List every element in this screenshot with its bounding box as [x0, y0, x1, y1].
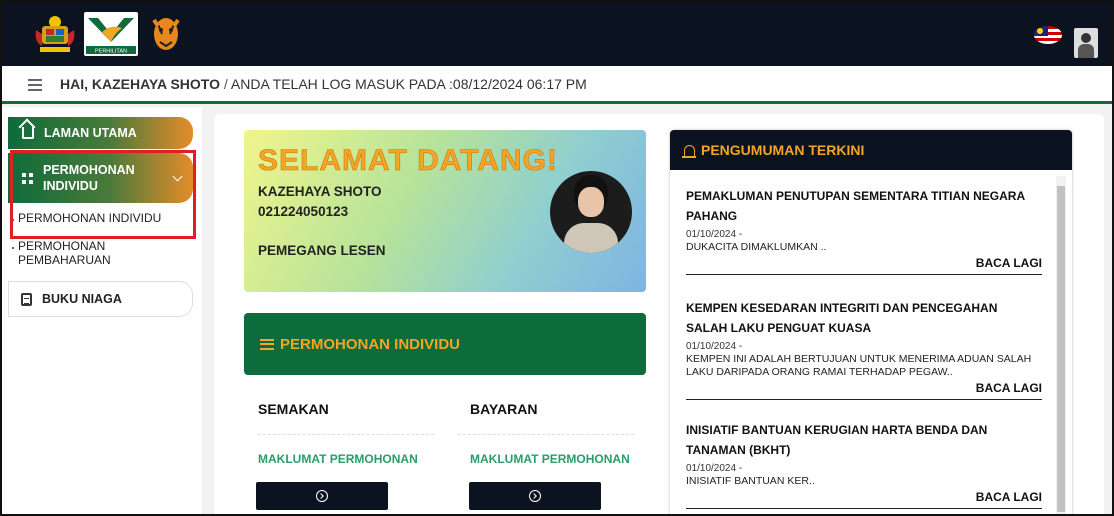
top-header: PERHILITAN	[2, 2, 1112, 66]
bayaran-maklumat-link[interactable]: MAKLUMAT PERMOHONAN	[470, 452, 630, 466]
arrow-right-circle-icon	[529, 490, 541, 502]
announcement-item: INISIATIF BANTUAN KERUGIAN HARTA BENDA D…	[686, 420, 1042, 509]
perhilitan-logo-text: PERHILITAN	[95, 49, 127, 55]
login-info: HAI, KAZEHAYA SHOTO / ANDA TELAH LOG MAS…	[60, 76, 587, 92]
divider	[258, 434, 434, 435]
login-time-text: ANDA TELAH LOG MASUK PADA :08/12/2024 06…	[230, 76, 587, 92]
bayaran-heading: BAYARAN	[470, 401, 538, 417]
announcement-item: PEMAKLUMAN PENUTUPAN SEMENTARA TITIAN NE…	[686, 186, 1042, 275]
user-avatar[interactable]	[1074, 28, 1098, 58]
welcome-title: SELAMAT DATANG!	[258, 144, 558, 178]
arrow-right-circle-icon	[316, 490, 328, 502]
sidebar-item-laman-utama[interactable]: LAMAN UTAMA	[8, 117, 193, 149]
bayaran-go-button[interactable]	[469, 482, 601, 510]
home-icon	[22, 127, 34, 139]
sidebar-item-buku-niaga[interactable]: BUKU NIAGA	[8, 281, 193, 317]
announcement-date: 01/10/2024 -	[686, 463, 743, 474]
document-icon	[21, 292, 32, 306]
malaysia-flag-icon[interactable]	[1034, 26, 1062, 44]
submenu-permohonan-individu[interactable]: PERMOHONAN INDIVIDU	[12, 211, 162, 225]
sidebar-item-label-line2: INDIVIDU	[43, 179, 98, 193]
announcement-date: 01/10/2024 -	[686, 229, 743, 240]
sidebar-item-label: LAMAN UTAMA	[44, 126, 137, 140]
greeting-text: HAI, KAZEHAYA SHOTO	[60, 76, 220, 92]
user-role: PEMEGANG LESEN	[258, 243, 386, 258]
chevron-down-icon	[172, 171, 183, 182]
semakan-heading: SEMAKAN	[258, 401, 329, 417]
submenu-label-line2: PEMBAHARUAN	[18, 253, 111, 267]
baca-lagi-link[interactable]: BACA LAGI	[686, 490, 1042, 509]
divider	[458, 434, 634, 435]
announcement-title: PEMAKLUMAN PENUTUPAN SEMENTARA TITIAN NE…	[686, 189, 1025, 223]
grid-icon	[22, 172, 33, 184]
announcement-title: KEMPEN KESEDARAN INTEGRITI DAN PENCEGAHA…	[686, 301, 998, 335]
welcome-card: SELAMAT DATANG! KAZEHAYA SHOTO 021224050…	[244, 130, 646, 292]
sidebar-item-label: PERMOHONAN INDIVIDU	[43, 162, 135, 194]
sidebar-item-permohonan-individu[interactable]: PERMOHONAN INDIVIDU	[8, 153, 193, 203]
announcement-panel: PENGUMUMAN TERKINI PEMAKLUMAN PENUTUPAN …	[670, 130, 1072, 514]
main-content: SELAMAT DATANG! KAZEHAYA SHOTO 021224050…	[214, 114, 1104, 514]
sidebar-item-label-line1: PERMOHONAN	[43, 163, 135, 177]
announcement-header: PENGUMUMAN TERKINI	[670, 130, 1072, 170]
profile-avatar	[550, 171, 632, 253]
announcement-body: INISIATIF BANTUAN KER..	[686, 475, 815, 487]
user-name: KAZEHAYA SHOTO	[258, 184, 382, 199]
user-id-number: 021224050123	[258, 204, 349, 219]
announcement-heading: PENGUMUMAN TERKINI	[701, 142, 865, 158]
app-window: PERHILITAN HAI, KAZEHAYA SHOTO / ANDA TE…	[0, 0, 1114, 516]
semakan-maklumat-link[interactable]: MAKLUMAT PERMOHONAN	[258, 452, 418, 466]
submenu-label-line1: PERMOHONAN	[18, 239, 106, 253]
welcome-bar: HAI, KAZEHAYA SHOTO / ANDA TELAH LOG MAS…	[2, 66, 1112, 104]
semakan-go-button[interactable]	[256, 482, 388, 510]
bullet-dot	[12, 247, 14, 249]
announcement-body: DUKACITA DIMAKLUMKAN ..	[686, 241, 827, 253]
baca-lagi-link[interactable]: BACA LAGI	[686, 381, 1042, 400]
announcement-body: KEMPEN INI ADALAH BERTUJUAN UNTUK MENERI…	[686, 353, 1032, 378]
banner-title: PERMOHONAN INDIVIDU	[280, 335, 461, 353]
announcement-date: 01/10/2024 -	[686, 341, 743, 352]
separator: /	[220, 76, 231, 92]
tiger-logo[interactable]	[148, 12, 184, 56]
hamburger-menu-icon[interactable]	[28, 79, 42, 91]
sidebar-item-label: BUKU NIAGA	[42, 292, 122, 306]
sidebar: LAMAN UTAMA PERMOHONAN INDIVIDU PERMOHON…	[2, 107, 202, 514]
announcement-item: KEMPEN KESEDARAN INTEGRITI DAN PENCEGAHA…	[686, 298, 1042, 400]
bullet-dot	[12, 219, 14, 221]
baca-lagi-link[interactable]: BACA LAGI	[686, 256, 1042, 275]
permohonan-individu-banner: PERMOHONAN INDIVIDU	[244, 313, 646, 375]
submenu-permohonan-pembaharuan[interactable]: PERMOHONAN PEMBAHARUAN	[12, 239, 111, 267]
announcement-title: INISIATIF BANTUAN KERUGIAN HARTA BENDA D…	[686, 423, 988, 457]
perhilitan-logo[interactable]: PERHILITAN	[84, 12, 138, 56]
scrollbar-thumb[interactable]	[1057, 186, 1065, 512]
list-icon	[260, 338, 274, 350]
malaysia-crest-logo[interactable]	[32, 12, 78, 56]
submenu-label: PERMOHONAN INDIVIDU	[18, 211, 162, 225]
bell-icon	[682, 144, 696, 158]
announcement-scrollbar[interactable]	[1056, 176, 1066, 514]
